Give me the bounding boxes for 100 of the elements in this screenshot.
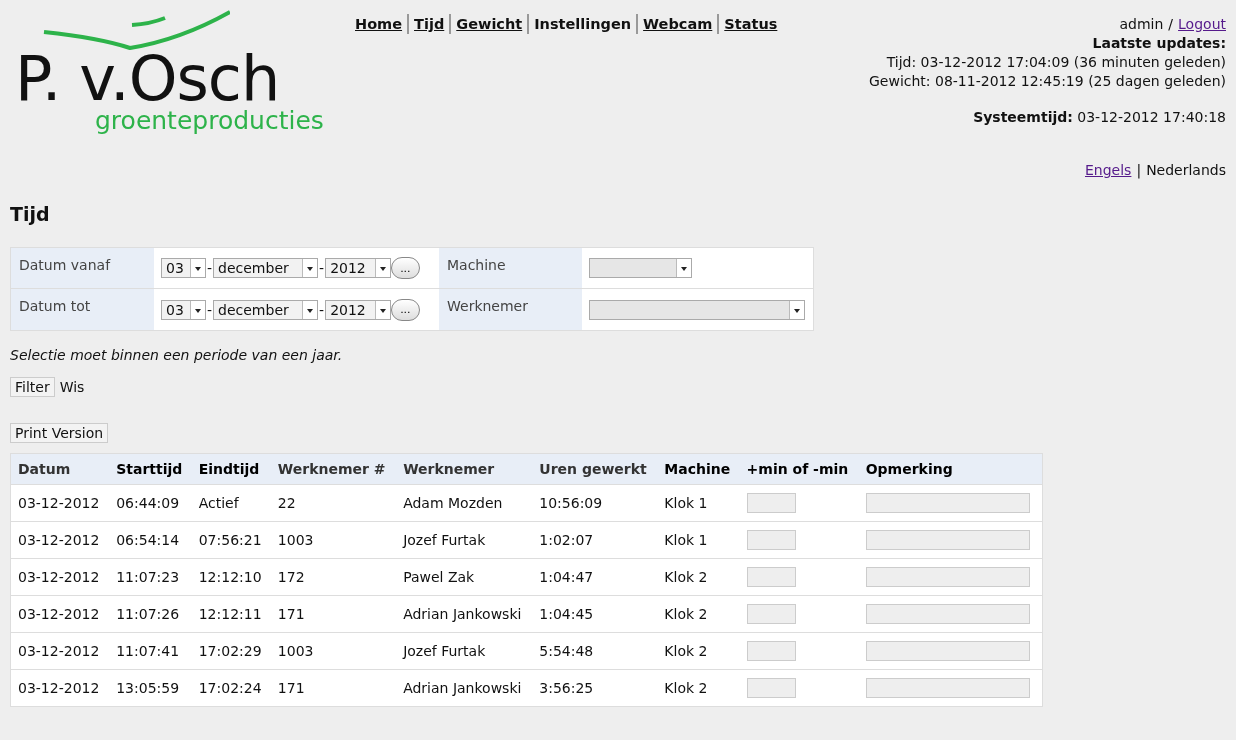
caret-icon (676, 259, 691, 277)
minutes-field[interactable] (746, 493, 796, 513)
clear-link[interactable]: Wis (59, 379, 85, 395)
table-cell: 17:02:24 (191, 669, 271, 707)
column-header[interactable]: Uren gewerkt (532, 453, 658, 485)
remark-field[interactable] (865, 530, 1030, 550)
table-cell: 13:05:59 (109, 669, 192, 707)
logout-link[interactable]: Logout (1178, 15, 1226, 34)
column-header: Eindtijd (191, 453, 271, 485)
table-cell: 03-12-2012 (10, 484, 110, 522)
page-heading: Tijd (10, 203, 51, 225)
table-cell: 1:04:45 (532, 595, 658, 633)
update-line: Gewicht: 08-11-2012 12:45:19 (25 dagen geleden) (868, 72, 1226, 91)
dropdown[interactable] (589, 299, 805, 320)
table-cell: 07:56:21 (191, 521, 271, 559)
date-picker-button[interactable]: ... (391, 298, 420, 321)
nav-link[interactable]: Instellingen (527, 14, 637, 34)
table-cell: 1003 (270, 521, 397, 559)
minutes-field[interactable] (746, 641, 796, 661)
table-cell: 03-12-2012 (10, 632, 110, 670)
table-cell: Klok 2 (657, 669, 740, 707)
caret-icon (375, 300, 391, 319)
day-select[interactable]: 03 (161, 299, 206, 320)
selection-note: Selectie moet binnen een periode van een jaar. (10, 347, 344, 363)
table-cell: 12:12:11 (191, 595, 271, 633)
update-line: Tijd: 03-12-2012 17:04:09 (36 minuten geleden) (886, 53, 1226, 72)
table-cell: 11:07:26 (109, 595, 192, 633)
caret-icon (190, 300, 205, 319)
table-cell: Klok 1 (657, 484, 740, 522)
minutes-field[interactable] (746, 530, 796, 550)
table-cell: Jozef Furtak (396, 521, 533, 559)
table-cell: 5:54:48 (532, 632, 658, 670)
dash: - (319, 260, 325, 276)
caret-icon (190, 259, 205, 277)
table-cell: 11:07:41 (109, 632, 192, 670)
caret-icon (375, 259, 391, 277)
dash: - (319, 301, 325, 318)
table-cell: Pawel Zak (396, 558, 533, 596)
minutes-field[interactable] (746, 567, 796, 587)
remark-field[interactable] (865, 604, 1030, 624)
field-label: Datum vanaf (11, 248, 154, 289)
nav-link[interactable]: Status (717, 14, 783, 34)
column-header: +min of -min (739, 453, 859, 485)
nav-link[interactable]: Home (350, 14, 408, 34)
nav-link[interactable]: Webcam (636, 14, 718, 34)
table-cell: Klok 2 (657, 632, 740, 670)
separator: | (1136, 161, 1142, 180)
field-label: Datum tot (11, 289, 154, 330)
table-cell: 03-12-2012 (10, 558, 110, 596)
date-picker-button[interactable]: ... (391, 257, 420, 279)
updates-title: Laatste updates: (1092, 34, 1226, 53)
column-header[interactable]: Datum (10, 453, 110, 485)
caret-icon (302, 259, 318, 277)
table-cell: Actief (191, 484, 271, 522)
caret-icon (302, 300, 318, 319)
column-header[interactable]: Werknemer (396, 453, 533, 485)
year-select[interactable]: 2012 (325, 299, 392, 320)
logo-tagline: groenteproducties (95, 108, 325, 134)
remark-field[interactable] (865, 493, 1030, 513)
minutes-field[interactable] (746, 604, 796, 624)
table-cell: 06:54:14 (109, 521, 192, 559)
filter-button[interactable]: Filter (10, 377, 55, 397)
remark-field[interactable] (865, 641, 1030, 661)
table-cell: 3:56:25 (532, 669, 658, 707)
table-cell: 10:56:09 (532, 484, 658, 522)
language-current: Nederlands (1146, 161, 1226, 180)
field-label: Machine (439, 248, 582, 289)
field-label: Werknemer (439, 289, 582, 330)
remark-field[interactable] (865, 678, 1030, 698)
system-time: Systeemtijd: 03-12-2012 17:40:18 (973, 108, 1226, 127)
table-cell: Adrian Jankowski (396, 669, 533, 707)
table-cell: 1:04:47 (532, 558, 658, 596)
nav-link[interactable]: Tijd (407, 14, 450, 34)
month-select[interactable]: december (213, 299, 319, 320)
column-header: Starttijd (109, 453, 192, 485)
dropdown[interactable] (589, 258, 692, 278)
minutes-field[interactable] (746, 678, 796, 698)
month-select[interactable]: december (213, 258, 319, 278)
table-cell: 22 (270, 484, 397, 522)
logo-name: P. v.Osch (15, 50, 280, 108)
year-select[interactable]: 2012 (325, 258, 392, 278)
table-cell: 1003 (270, 632, 397, 670)
nav-link[interactable]: Gewicht (449, 14, 528, 34)
table-cell: Jozef Furtak (396, 632, 533, 670)
table-cell: Klok 2 (657, 558, 740, 596)
column-header[interactable]: Werknemer # (270, 453, 397, 485)
table-cell: Klok 2 (657, 595, 740, 633)
table-cell: 17:02:29 (191, 632, 271, 670)
day-select[interactable]: 03 (161, 258, 206, 278)
table-cell: 171 (270, 669, 397, 707)
table-cell: Adam Mozden (396, 484, 533, 522)
table-cell: 03-12-2012 (10, 521, 110, 559)
table-cell: 03-12-2012 (10, 595, 110, 633)
remark-field[interactable] (865, 567, 1030, 587)
table-cell: 171 (270, 595, 397, 633)
table-cell: Klok 1 (657, 521, 740, 559)
language-link[interactable]: Engels (1085, 161, 1132, 180)
column-header: Opmerking (858, 453, 1043, 485)
print-button[interactable]: Print Version (10, 423, 109, 443)
table-cell: 11:07:23 (109, 558, 192, 596)
